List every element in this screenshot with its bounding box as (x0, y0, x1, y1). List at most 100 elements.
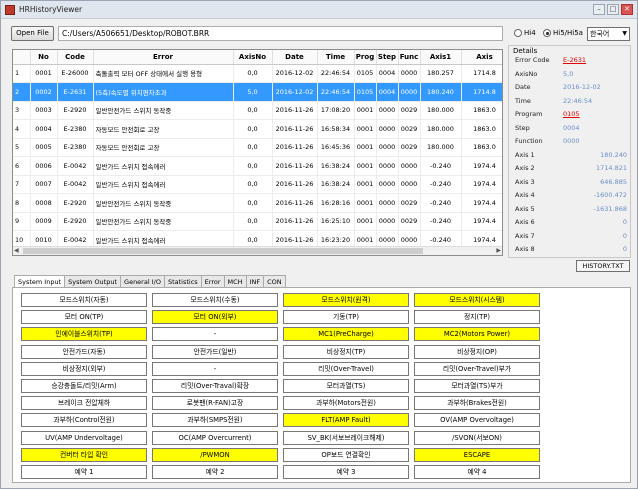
io-signal-cell: 모드스위치(수동) (152, 293, 278, 307)
io-signal-cell: 로봇팬(R-FAN)고장 (152, 396, 278, 411)
io-signal-cell: 과부하(Motors전원) (283, 396, 409, 411)
io-signal-cell: 과부하(Brakes전원) (414, 396, 540, 411)
table-cell: E-26000 (57, 64, 94, 83)
io-signal-cell: OP보드 연결확인 (283, 447, 409, 462)
table-cell: 1974.4 (461, 156, 502, 176)
table-cell: 2016-11-26 (272, 212, 318, 231)
table-cell: 16:25:10 (317, 212, 355, 231)
io-signal-cell: 과부하(Control전원) (21, 413, 147, 428)
table-row[interactable]: 4 0004 E-2380 자동모드 안전회로 고장 0,0 2016-11-26 16:5… (13, 119, 502, 139)
io-signal-cell: 예약 3 (283, 465, 409, 479)
table-cell: 0001 (354, 101, 377, 120)
table-row[interactable]: 3 0003 E-2920 일반안전가드 스위치 동작중 0,0 2016-11-26 17… (13, 101, 502, 120)
table-cell: 1714.8 (461, 82, 502, 102)
open-file-button[interactable]: Open File (11, 26, 54, 41)
table-cell: 2016-12-02 (272, 82, 318, 102)
table-cell: 0,0 (233, 193, 273, 213)
table-cell: 0007 (30, 175, 58, 194)
detail-value: 0004 (563, 123, 580, 132)
detail-row: Axis 6 0 (515, 218, 627, 226)
table-cell: 0000 (398, 82, 421, 102)
table-row[interactable]: 6 0006 E-0042 일반가드 스위치 접속에러 0,0 2016-11-26 16:… (13, 156, 502, 176)
table-cell: 일반가드 스위치 접속에러 (93, 156, 234, 176)
grid-header-1[interactable]: No (30, 50, 58, 65)
history-txt-button[interactable]: HISTORY.TXT (576, 260, 630, 272)
table-cell: E-2920 (57, 101, 94, 120)
detail-row: Axis 3 646.885 (515, 178, 627, 186)
io-signal-cell: 안전가드(자동) (21, 344, 147, 359)
table-cell: 0000 (376, 175, 399, 194)
io-signal-cell: 비상정지(OP) (414, 344, 540, 359)
table-cell: 180.000 (420, 101, 462, 120)
radio-hi4-indicator[interactable] (514, 29, 522, 37)
maximize-button[interactable]: □ (607, 4, 619, 15)
detail-label: AxisNo (515, 69, 538, 78)
grid-header-11[interactable]: Axis (461, 50, 502, 65)
io-signal-cell: /PWMON (152, 447, 278, 462)
table-cell: 1974.4 (461, 212, 502, 231)
table-row[interactable]: 7 0007 E-0042 일반가드 스위치 접속에러 0,0 2016-11-26 16:… (13, 175, 502, 194)
table-cell: 2016-11-26 (272, 156, 318, 176)
scrollbar-thumb[interactable] (23, 248, 423, 254)
grid-header-4[interactable]: AxisNo (233, 50, 273, 65)
title-bar[interactable]: HRHistoryViewer – □ ✕ (1, 1, 637, 19)
io-signal-cell: 리밋(Over-Travel) (283, 361, 409, 376)
table-row[interactable]: 2 0002 E-2631 (5축)속도별 위치편차초과 5,0 2016-12-02 22… (13, 82, 502, 102)
language-select[interactable]: 한국어 ▼ (587, 27, 630, 41)
table-cell: -0.240 (420, 193, 462, 213)
detail-label: Program (515, 110, 543, 118)
table-cell: 0000 (376, 119, 399, 139)
grid-header-10[interactable]: Axis1 (420, 50, 462, 65)
io-signal-cell: 예약 2 (152, 465, 278, 479)
table-cell: 1974.4 (461, 175, 502, 194)
table-cell: 0005 (30, 138, 58, 157)
grid-header-9[interactable]: Func (398, 50, 421, 65)
table-row[interactable]: 1 0001 E-26000 축돌출력 모터 OFF 상태에서 실행 용형 0,0 201… (13, 64, 502, 83)
table-cell: 2016-11-26 (272, 119, 318, 139)
table-cell: 0000 (376, 212, 399, 231)
table-cell: -0.240 (420, 175, 462, 194)
table-cell: 0,0 (233, 138, 273, 157)
io-signal-cell: 모터 ON(외부) (152, 310, 278, 325)
radio-hi4[interactable]: Hi4 (514, 29, 536, 37)
io-signal-cell: UV(AMP Undervoltage) (21, 430, 147, 445)
table-cell: 180.000 (420, 119, 462, 139)
error-history-grid[interactable]: No Code Error AxisNo Date Time Prog Step Func Axi… (12, 49, 503, 256)
grid-header-7[interactable]: Prog (354, 50, 377, 65)
table-cell: 0105 (354, 82, 377, 102)
io-signal-cell: 모드스위치(자동) (21, 293, 147, 307)
io-signal-cell: OC(AMP Overcurrent) (152, 430, 278, 445)
minimize-button[interactable]: – (593, 4, 605, 15)
grid-header-6[interactable]: Time (317, 50, 355, 65)
table-cell: 7 (13, 175, 31, 194)
close-button[interactable]: ✕ (621, 4, 633, 15)
file-path-field[interactable]: C:/Users/A506651/Desktop/ROBOT.BRR (58, 26, 503, 41)
io-signal-cell: 모터과열(TS)부가 (414, 379, 540, 393)
chevron-down-icon: ▼ (622, 30, 627, 37)
table-cell: 0002 (30, 82, 58, 102)
io-signal-cell: 기동(TP) (283, 310, 409, 325)
radio-hi5[interactable]: Hi5/Hi5a (543, 29, 583, 37)
grid-header-0[interactable] (13, 50, 31, 65)
io-signal-cell: 예약 1 (21, 465, 147, 479)
table-cell: 180.240 (420, 82, 462, 102)
horizontal-scrollbar[interactable]: ◀ ▶ (13, 246, 502, 255)
radio-hi5-indicator[interactable] (543, 29, 551, 37)
detail-row: Step 0004 (515, 124, 627, 132)
table-cell: 1863.0 (461, 101, 502, 120)
detail-value: 22:46:54 (563, 96, 593, 105)
table-row[interactable]: 5 0005 E-2380 자동모드 안전회로 고장 0,0 2016-11-26 16:4… (13, 138, 502, 157)
io-signal-cell: 인에이블스위치(TP) (21, 327, 147, 342)
grid-header-3[interactable]: Error (93, 50, 234, 65)
detail-label: Error Code (515, 56, 550, 64)
detail-value: 180.240 (600, 150, 627, 159)
grid-header-2[interactable]: Code (57, 50, 94, 65)
scroll-left-icon[interactable]: ◀ (14, 247, 19, 254)
scroll-right-icon[interactable]: ▶ (496, 247, 501, 254)
grid-header-5[interactable]: Date (272, 50, 318, 65)
table-cell: 0000 (376, 101, 399, 120)
table-row[interactable]: 9 0009 E-2920 일반안전가드 스위치 동작중 0,0 2016-11-26 16… (13, 212, 502, 231)
table-row[interactable]: 8 0008 E-2920 일반안전가드 스위치 동작중 0,0 2016-11-26 16… (13, 193, 502, 213)
grid-header-8[interactable]: Step (376, 50, 399, 65)
radio-hi4-label: Hi4 (524, 29, 536, 37)
